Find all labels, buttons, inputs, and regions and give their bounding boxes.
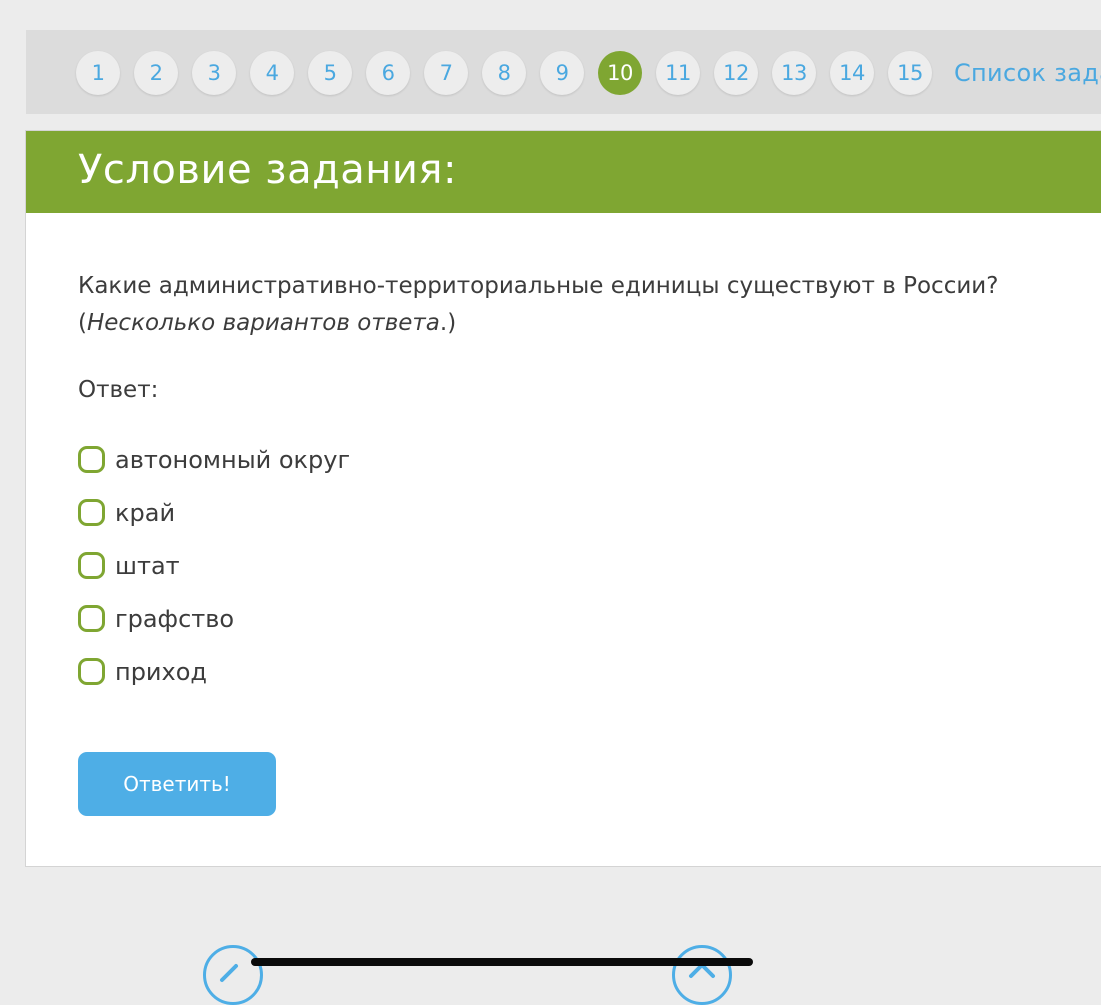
task-list-link[interactable]: Список зада bbox=[954, 59, 1101, 87]
pagination-list: 1 2 3 4 5 6 7 8 9 10 11 12 13 14 15 Спис… bbox=[76, 51, 1101, 95]
question-note: Несколько вариантов ответа bbox=[86, 310, 440, 336]
page-5-button[interactable]: 5 bbox=[308, 51, 352, 95]
page-12-button[interactable]: 12 bbox=[714, 51, 758, 95]
task-pagination: 1 2 3 4 5 6 7 8 9 10 11 12 13 14 15 Спис… bbox=[26, 30, 1101, 114]
answer-options: автономный округ край штат графство прих… bbox=[78, 433, 350, 698]
option-autonomous-okrug[interactable]: автономный округ bbox=[78, 433, 350, 486]
option-state[interactable]: штат bbox=[78, 539, 350, 592]
option-label: графство bbox=[115, 604, 235, 633]
task-card: Условие задания: Какие административно-т… bbox=[25, 130, 1101, 867]
option-checkbox[interactable] bbox=[78, 605, 105, 632]
option-label: штат bbox=[115, 551, 180, 580]
option-parish[interactable]: приход bbox=[78, 645, 350, 698]
option-county[interactable]: графство bbox=[78, 592, 350, 645]
question-main: Какие административно-территориальные ед… bbox=[78, 273, 999, 299]
option-checkbox[interactable] bbox=[78, 658, 105, 685]
option-label: приход bbox=[115, 657, 208, 686]
page-2-button[interactable]: 2 bbox=[134, 51, 178, 95]
option-label: край bbox=[115, 498, 176, 527]
submit-answer-button[interactable]: Ответить! bbox=[78, 752, 276, 816]
page-6-button[interactable]: 6 bbox=[366, 51, 410, 95]
page-8-button[interactable]: 8 bbox=[482, 51, 526, 95]
page-3-button[interactable]: 3 bbox=[192, 51, 236, 95]
page-13-button[interactable]: 13 bbox=[772, 51, 816, 95]
question-note-close: .) bbox=[439, 310, 457, 336]
question-text: Какие административно-территориальные ед… bbox=[78, 268, 1078, 342]
home-indicator bbox=[251, 958, 753, 966]
page-7-button[interactable]: 7 bbox=[424, 51, 468, 95]
page-11-button[interactable]: 11 bbox=[656, 51, 700, 95]
answer-label: Ответ: bbox=[78, 377, 159, 403]
task-title: Условие задания: bbox=[78, 147, 457, 193]
question-note-open: ( bbox=[78, 310, 87, 336]
page-4-button[interactable]: 4 bbox=[250, 51, 294, 95]
page-14-button[interactable]: 14 bbox=[830, 51, 874, 95]
page-15-button[interactable]: 15 bbox=[888, 51, 932, 95]
option-krai[interactable]: край bbox=[78, 486, 350, 539]
page-9-button[interactable]: 9 bbox=[540, 51, 584, 95]
option-checkbox[interactable] bbox=[78, 446, 105, 473]
edit-icon[interactable] bbox=[203, 945, 263, 1005]
page-1-button[interactable]: 1 bbox=[76, 51, 120, 95]
option-checkbox[interactable] bbox=[78, 499, 105, 526]
up-arrow-icon[interactable] bbox=[672, 945, 732, 1005]
task-card-header: Условие задания: bbox=[26, 131, 1101, 213]
page-10-button-active[interactable]: 10 bbox=[598, 51, 642, 95]
option-checkbox[interactable] bbox=[78, 552, 105, 579]
option-label: автономный округ bbox=[115, 445, 351, 474]
